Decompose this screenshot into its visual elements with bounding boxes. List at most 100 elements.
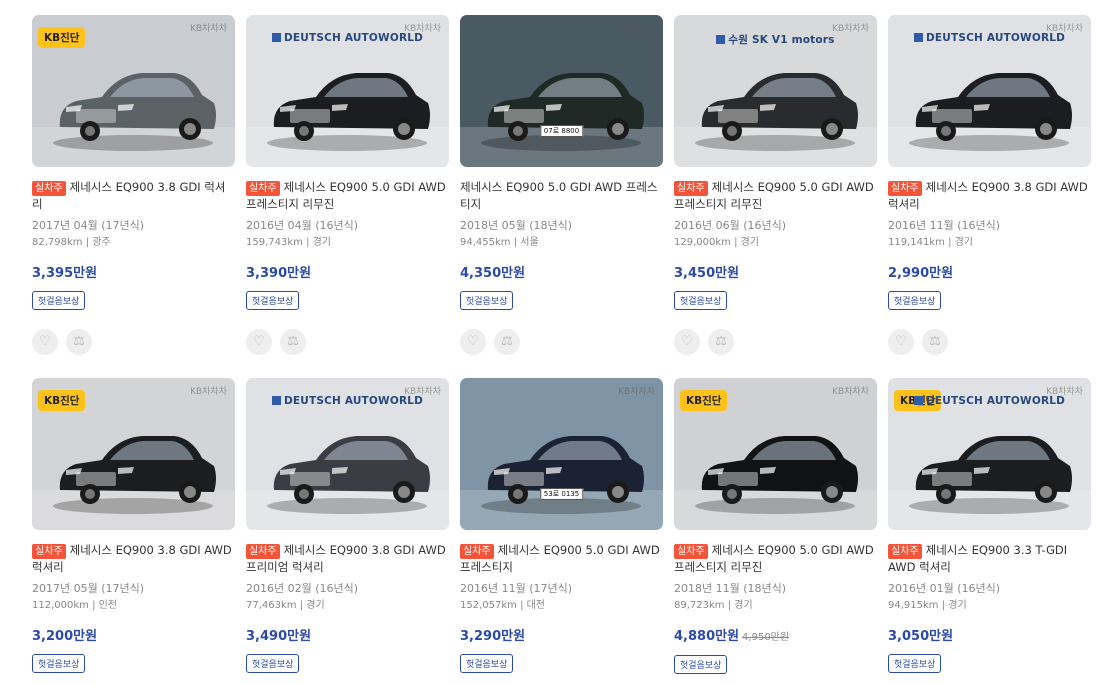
- listing-price: 4,880만원 4,950만원: [674, 628, 877, 647]
- dealer-logo-mark: [716, 35, 726, 44]
- listing-card[interactable]: DEUTSCH AUTOWORLD KB차차차실차주 제네시스 EQ900 5.0 …: [246, 15, 449, 355]
- price-value: 4,350만원: [460, 266, 526, 281]
- watermark: KB차차차: [618, 24, 655, 34]
- compensation-badge: 헛걸음보상: [246, 654, 300, 673]
- car-thumbnail[interactable]: KB진단 KB차차차: [674, 378, 877, 530]
- kb-diagnosis-badge: KB진단: [38, 27, 86, 48]
- listing-actions: ♡ ⚖: [460, 329, 663, 355]
- listing-year: 2016년 02월 (16년식): [246, 582, 359, 595]
- listing-title[interactable]: 실차주 제네시스 EQ900 3.8 GDI AWD 럭셔리: [32, 542, 235, 582]
- heart-icon[interactable]: ♡: [888, 329, 914, 355]
- owner-tag: 실차주: [888, 544, 922, 559]
- listing-meta: 112,000km | 인천: [32, 600, 118, 611]
- listing-year: 2017년 05월 (17년식): [32, 582, 145, 595]
- price-value: 2,990만원: [888, 266, 954, 281]
- listing-card[interactable]: KB진단 KB차차차실차주 제네시스 EQ900 3.8 GDI 럭셔리 2017년 …: [32, 15, 235, 355]
- car-thumbnail[interactable]: KB차차차 07로 8800: [460, 15, 663, 167]
- listing-title[interactable]: 실차주 제네시스 EQ900 5.0 GDI AWD 프레스티지 리무진: [674, 542, 877, 582]
- price-value: 3,395만원: [32, 266, 98, 281]
- listing-title[interactable]: 실차주 제네시스 EQ900 3.3 T-GDI AWD 럭셔리: [888, 542, 1091, 582]
- watermark: KB차차차: [1046, 387, 1083, 397]
- compensation-badge: 헛걸음보상: [674, 291, 728, 310]
- listing-year: 2016년 11월 (17년식): [460, 582, 573, 595]
- heart-icon[interactable]: ♡: [246, 329, 272, 355]
- car-thumbnail[interactable]: 수원 SK V1 motors KB차차차: [674, 15, 877, 167]
- price-value: 3,200만원: [32, 629, 98, 644]
- compensation-badge: 헛걸음보상: [32, 291, 86, 310]
- heart-icon[interactable]: ♡: [32, 329, 58, 355]
- car-thumbnail[interactable]: KB진단 KB차차차: [32, 15, 235, 167]
- scale-icon[interactable]: ⚖: [494, 329, 520, 355]
- car-thumbnail[interactable]: KB차차차 53로 0135: [460, 378, 663, 530]
- owner-tag: 실차주: [32, 181, 66, 196]
- listing-title[interactable]: 실차주 제네시스 EQ900 3.8 GDI AWD 프리미엄 럭셔리: [246, 542, 449, 582]
- listing-year: 2016년 04월 (16년식): [246, 219, 359, 232]
- listing-price: 3,200만원: [32, 628, 235, 646]
- listing-year: 2017년 04월 (17년식): [32, 219, 145, 232]
- listing-actions: ♡ ⚖: [32, 329, 235, 355]
- car-thumbnail[interactable]: DEUTSCH AUTOWORLD KB차차차: [888, 15, 1091, 167]
- listing-year: 2018년 05월 (18년식): [460, 219, 573, 232]
- license-plate: 53로 0135: [539, 488, 584, 500]
- car-thumbnail[interactable]: KB진단DEUTSCH AUTOWORLDKB차차차: [888, 378, 1091, 530]
- listing-price: 3,050만원: [888, 628, 1091, 646]
- owner-tag: 실차주: [674, 181, 708, 196]
- listing-meta: 129,000km | 경기: [674, 237, 760, 248]
- listing-card[interactable]: KB차차차 53로 0135 실차주 제네시스 EQ900 5.0 GDI AWD 프…: [460, 378, 663, 673]
- dealer-name: DEUTSCH AUTOWORLD: [283, 395, 424, 407]
- listing-card[interactable]: KB차차차 07로 8800 제네시스 EQ900 5.0 GDI AWD 프레스티…: [460, 15, 663, 355]
- owner-tag: 실차주: [888, 181, 922, 196]
- compensation-badge: 헛걸음보상: [460, 291, 514, 310]
- listing-price: 3,390만원: [246, 265, 449, 283]
- listing-card[interactable]: DEUTSCH AUTOWORLD KB차차차실차주 제네시스 EQ900 3.8 …: [246, 378, 449, 673]
- compensation-badge: 헛걸음보상: [888, 291, 942, 310]
- listing-meta: 159,743km | 경기: [246, 237, 332, 248]
- listing-meta: 119,141km | 경기: [888, 237, 974, 248]
- scale-icon[interactable]: ⚖: [708, 329, 734, 355]
- compensation-badge: 헛걸음보상: [460, 654, 514, 673]
- price-value: 3,050만원: [888, 629, 954, 644]
- dealer-logo-mark: [271, 33, 281, 42]
- listing-title[interactable]: 제네시스 EQ900 5.0 GDI AWD 프레스티지: [460, 179, 663, 219]
- original-price: 4,950만원: [742, 632, 790, 643]
- listing-title[interactable]: 실차주 제네시스 EQ900 3.8 GDI 럭셔리: [32, 179, 235, 219]
- listing-title[interactable]: 실차주 제네시스 EQ900 3.8 GDI AWD 럭셔리: [888, 179, 1091, 219]
- watermark: KB차차차: [404, 24, 441, 34]
- owner-tag: 실차주: [246, 181, 280, 196]
- listing-card[interactable]: KB진단 KB차차차실차주 제네시스 EQ900 3.8 GDI AWD 럭셔리 20…: [32, 378, 235, 673]
- listing-meta: 82,798km | 광주: [32, 237, 111, 248]
- listing-card[interactable]: KB진단 KB차차차실차주 제네시스 EQ900 5.0 GDI AWD 프레스티지…: [674, 378, 877, 674]
- heart-icon[interactable]: ♡: [674, 329, 700, 355]
- listing-grid: KB진단 KB차차차 실차주 제네시스 EQ900 3.8 GDI 럭셔리 2017년 …: [0, 0, 1106, 685]
- listing-card[interactable]: DEUTSCH AUTOWORLD KB차차차실차주 제네시스 EQ900 3.8 …: [888, 15, 1091, 355]
- car-thumbnail[interactable]: KB진단 KB차차차: [32, 378, 235, 530]
- dealer-logo-mark: [271, 396, 281, 405]
- listing-year: 2016년 06월 (16년식): [674, 219, 787, 232]
- car-thumbnail[interactable]: DEUTSCH AUTOWORLD KB차차차: [246, 378, 449, 530]
- dealer-name: 수원 SK V1 motors: [728, 34, 835, 46]
- car-thumbnail[interactable]: DEUTSCH AUTOWORLD KB차차차: [246, 15, 449, 167]
- listing-title[interactable]: 실차주 제네시스 EQ900 5.0 GDI AWD 프레스티지: [460, 542, 663, 582]
- scale-icon[interactable]: ⚖: [66, 329, 92, 355]
- watermark: KB차차차: [832, 24, 869, 34]
- watermark: KB차차차: [832, 387, 869, 397]
- watermark: KB차차차: [190, 24, 227, 34]
- dealer-name: DEUTSCH AUTOWORLD: [283, 32, 424, 44]
- price-value: 4,880만원: [674, 629, 740, 644]
- listing-meta: 94,915km | 경기: [888, 600, 967, 611]
- listing-title[interactable]: 실차주 제네시스 EQ900 5.0 GDI AWD 프레스티지 리무진: [246, 179, 449, 219]
- dealer-logo-mark: [913, 396, 923, 405]
- compensation-badge: 헛걸음보상: [674, 655, 728, 674]
- listing-price: 3,490만원: [246, 628, 449, 646]
- listing-year: 2018년 11월 (18년식): [674, 582, 787, 595]
- listing-actions: ♡ ⚖: [246, 329, 449, 355]
- watermark: KB차차차: [618, 387, 655, 397]
- listing-title[interactable]: 실차주 제네시스 EQ900 5.0 GDI AWD 프레스티지 리무진: [674, 179, 877, 219]
- scale-icon[interactable]: ⚖: [922, 329, 948, 355]
- listing-price: 2,990만원: [888, 265, 1091, 283]
- listing-card[interactable]: 수원 SK V1 motors KB차차차실차주 제네시스 EQ900 5.0 GD…: [674, 15, 877, 355]
- listing-card[interactable]: KB진단DEUTSCH AUTOWORLDKB차차차실차주제네시스 EQ900 …: [888, 378, 1091, 673]
- scale-icon[interactable]: ⚖: [280, 329, 306, 355]
- heart-icon[interactable]: ♡: [460, 329, 486, 355]
- owner-tag: 실차주: [32, 544, 66, 559]
